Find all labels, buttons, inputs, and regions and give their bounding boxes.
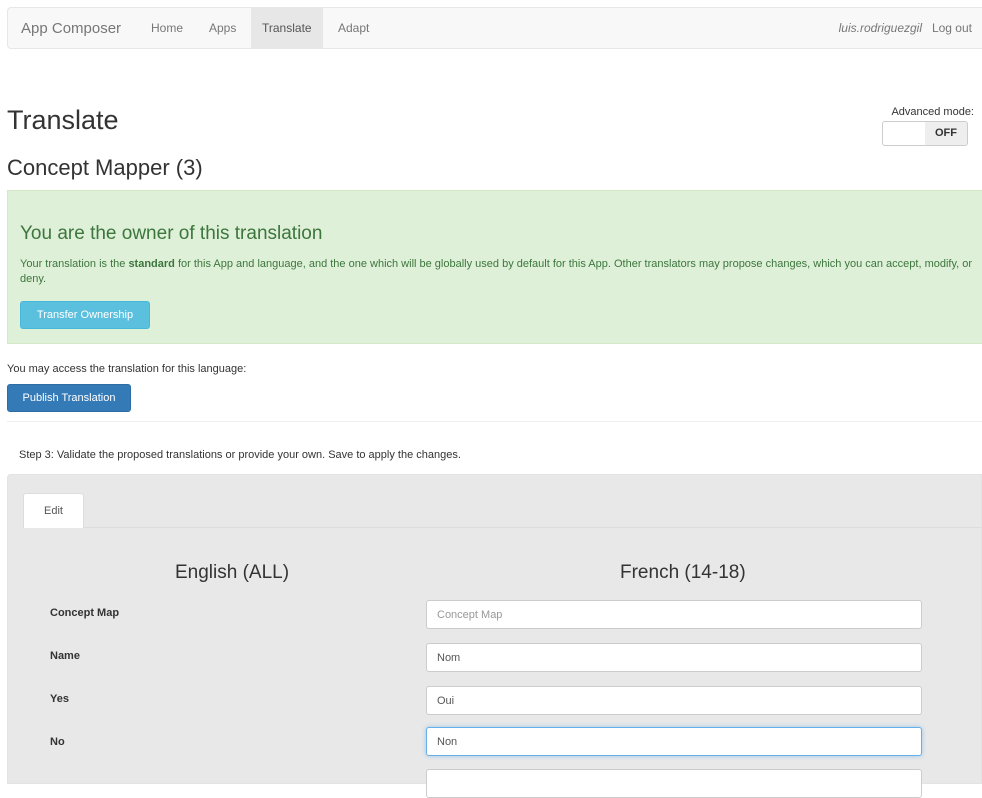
tab-edit[interactable]: Edit (23, 493, 84, 528)
brand-link[interactable]: App Composer (21, 20, 121, 37)
nav-home[interactable]: Home (140, 8, 194, 48)
source-language-header: English (ALL) (175, 562, 290, 583)
top-navbar: App Composer Home Apps Translate Adapt l… (7, 7, 982, 49)
alert-text: Your translation is the standard for thi… (20, 257, 975, 287)
translation-input[interactable] (426, 686, 922, 715)
target-language-header: French (14-18) (620, 562, 746, 583)
nav-adapt[interactable]: Adapt (327, 8, 380, 48)
translation-input[interactable] (426, 643, 922, 672)
translation-input[interactable] (426, 727, 922, 756)
nav-apps[interactable]: Apps (198, 8, 247, 48)
row-label: Name (50, 650, 80, 662)
translation-input[interactable] (426, 600, 922, 629)
alert-text-bold: standard (128, 258, 175, 270)
toggle-state: OFF (925, 122, 967, 145)
advanced-mode-toggle[interactable]: OFF (882, 121, 968, 146)
nav-user[interactable]: luis.rodriguezgil (839, 8, 922, 48)
divider (7, 421, 982, 422)
row-label: No (50, 736, 65, 748)
translation-input[interactable] (426, 769, 922, 798)
tab-divider (23, 527, 982, 528)
owner-alert: You are the owner of this translation Yo… (7, 190, 982, 344)
nav-translate[interactable]: Translate (251, 8, 323, 48)
logout-link[interactable]: Log out (932, 8, 972, 48)
row-label: Concept Map (50, 607, 120, 619)
row-label: Yes (50, 693, 69, 705)
alert-text-before: Your translation is the (20, 258, 129, 270)
translation-editor: Edit English (ALL) French (14-18) Concep… (7, 474, 982, 798)
page-title: Translate (7, 105, 119, 135)
transfer-ownership-button[interactable]: Transfer Ownership (20, 301, 150, 329)
step-instructions: Step 3: Validate the proposed translatio… (19, 449, 461, 461)
publish-translation-button[interactable]: Publish Translation (7, 384, 131, 412)
alert-title: You are the owner of this translation (20, 223, 323, 244)
access-text: You may access the translation for this … (7, 363, 247, 375)
advanced-mode-label: Advanced mode: (891, 106, 974, 118)
app-subtitle: Concept Mapper (3) (7, 155, 203, 180)
